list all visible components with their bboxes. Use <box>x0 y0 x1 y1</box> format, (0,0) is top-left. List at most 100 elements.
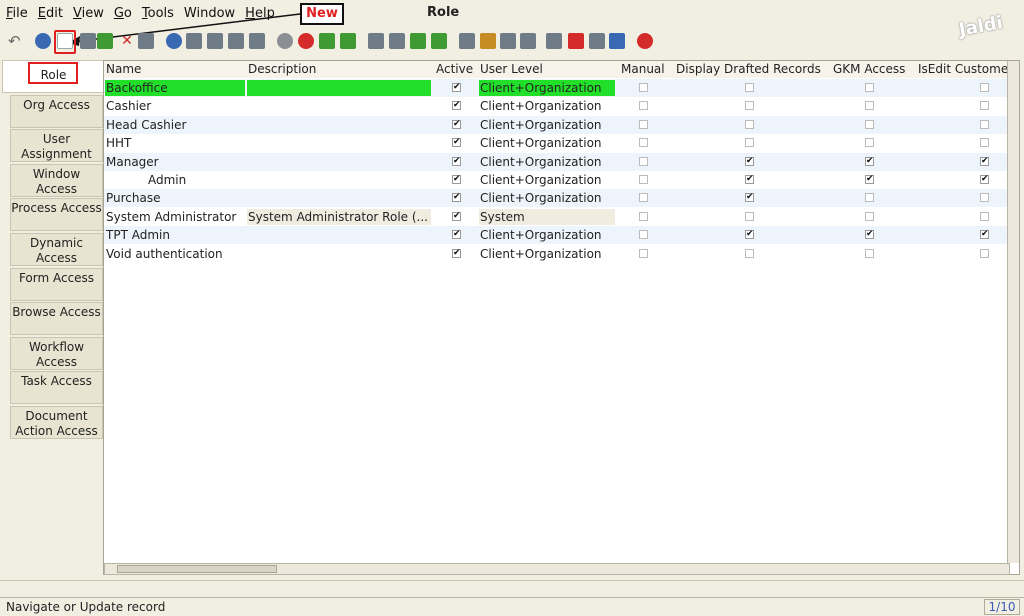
menu-tools[interactable]: Tools <box>142 6 174 21</box>
horizontal-scroll-thumb[interactable] <box>117 565 277 573</box>
checkbox-gkm[interactable] <box>865 230 874 240</box>
save-icon[interactable] <box>138 33 154 49</box>
tab-user-assignment[interactable]: User Assignment <box>10 129 103 163</box>
tab-workflow-access[interactable]: Workflow Access <box>10 336 103 370</box>
save-new-icon[interactable] <box>97 33 113 49</box>
checkbox-gkm[interactable] <box>865 138 874 148</box>
checkbox-gkm[interactable] <box>865 119 874 129</box>
checkbox-active[interactable] <box>452 101 461 111</box>
menu-go[interactable]: Go <box>114 6 132 21</box>
previous-record-icon[interactable] <box>389 33 405 49</box>
table-row[interactable]: Head Cashier Client+Organization <box>104 115 1019 134</box>
tab-form-access[interactable]: Form Access <box>10 267 103 301</box>
column-header-manual[interactable]: Manual <box>621 62 665 76</box>
checkbox-manual[interactable] <box>639 193 648 203</box>
checkbox-active[interactable] <box>452 83 461 92</box>
tab-role[interactable]: Role <box>2 60 104 93</box>
request-icon[interactable] <box>589 33 605 49</box>
checkbox-active[interactable] <box>452 248 461 258</box>
table-row[interactable]: Backoffice Client+Organization <box>104 79 1019 97</box>
checkbox-gkm[interactable] <box>865 248 874 258</box>
tab-org-access[interactable]: Org Access <box>10 94 103 128</box>
refresh-icon[interactable] <box>166 33 182 49</box>
attachment-icon[interactable] <box>207 33 223 49</box>
checkbox-isedit[interactable] <box>980 138 989 148</box>
tab-dynamic-access[interactable]: Dynamic Access <box>10 233 103 266</box>
zoom-across-icon[interactable] <box>546 33 562 49</box>
column-header-isedit-customer[interactable]: IsEdit Custome <box>918 62 1008 76</box>
checkbox-isedit[interactable] <box>980 230 989 240</box>
workflow-icon[interactable] <box>568 33 584 49</box>
tab-process-access[interactable]: Process Access <box>10 198 103 232</box>
checkbox-isedit[interactable] <box>980 248 989 258</box>
first-record-icon[interactable] <box>368 33 384 49</box>
history-icon[interactable] <box>277 33 293 49</box>
checkbox-isedit[interactable] <box>980 119 989 129</box>
table-row[interactable]: Manager Client+Organization <box>104 152 1019 171</box>
checkbox-drafted[interactable] <box>745 211 754 221</box>
delete-icon[interactable]: ✕ <box>119 33 135 49</box>
print-icon[interactable] <box>520 33 536 49</box>
tab-browse-access[interactable]: Browse Access <box>10 302 103 336</box>
checkbox-manual[interactable] <box>639 83 648 92</box>
checkbox-drafted[interactable] <box>745 175 754 184</box>
help-icon[interactable] <box>35 33 51 49</box>
record-count[interactable]: 1/10 <box>984 599 1020 615</box>
checkbox-active[interactable] <box>452 138 461 148</box>
find-icon[interactable] <box>186 33 202 49</box>
horizontal-scrollbar[interactable] <box>104 563 1010 575</box>
table-row[interactable]: HHT Client+Organization <box>104 134 1019 153</box>
checkbox-gkm[interactable] <box>865 83 874 92</box>
home-icon[interactable] <box>298 33 314 49</box>
checkbox-isedit[interactable] <box>980 211 989 221</box>
checkbox-manual[interactable] <box>639 156 648 166</box>
checkbox-manual[interactable] <box>639 230 648 240</box>
column-header-gkm-access[interactable]: GKM Access <box>833 62 905 76</box>
table-row[interactable]: Cashier Client+Organization <box>104 97 1019 116</box>
menu-file[interactable]: File <box>6 6 28 21</box>
checkbox-gkm[interactable] <box>865 211 874 221</box>
checkbox-drafted[interactable] <box>745 230 754 240</box>
checkbox-isedit[interactable] <box>980 101 989 111</box>
table-row[interactable]: Purchase Client+Organization <box>104 189 1019 208</box>
copy-record-icon[interactable] <box>80 33 96 49</box>
checkbox-drafted[interactable] <box>745 248 754 258</box>
menu-help[interactable]: Help <box>245 6 275 21</box>
column-header-user-level[interactable]: User Level <box>480 62 543 76</box>
checkbox-active[interactable] <box>452 211 461 221</box>
report-icon[interactable] <box>459 33 475 49</box>
detail-record-icon[interactable] <box>340 33 356 49</box>
parent-record-icon[interactable] <box>319 33 335 49</box>
checkbox-drafted[interactable] <box>745 193 754 203</box>
checkbox-isedit[interactable] <box>980 193 989 203</box>
checkbox-manual[interactable] <box>639 101 648 111</box>
table-row[interactable]: System Administrator System Administrator… <box>104 207 1019 226</box>
undo-icon[interactable]: ↶ <box>8 33 24 49</box>
product-info-icon[interactable] <box>609 33 625 49</box>
checkbox-gkm[interactable] <box>865 175 874 184</box>
checkbox-active[interactable] <box>452 230 461 240</box>
table-row[interactable]: Admin Client+Organization <box>104 171 1019 189</box>
grid-toggle-icon[interactable] <box>249 33 265 49</box>
checkbox-manual[interactable] <box>639 119 648 129</box>
menu-view[interactable]: View <box>73 6 104 21</box>
checkbox-gkm[interactable] <box>865 101 874 111</box>
archive-icon[interactable] <box>480 33 496 49</box>
checkbox-drafted[interactable] <box>745 138 754 148</box>
checkbox-isedit[interactable] <box>980 83 989 92</box>
column-header-display-drafted[interactable]: Display Drafted Records <box>676 62 821 76</box>
table-row[interactable]: TPT Admin Client+Organization <box>104 226 1019 245</box>
checkbox-drafted[interactable] <box>745 101 754 111</box>
column-header-name[interactable]: Name <box>106 62 141 76</box>
chat-icon[interactable] <box>228 33 244 49</box>
checkbox-drafted[interactable] <box>745 156 754 166</box>
column-header-active[interactable]: Active <box>436 62 473 76</box>
print-preview-icon[interactable] <box>500 33 516 49</box>
checkbox-drafted[interactable] <box>745 83 754 92</box>
checkbox-manual[interactable] <box>639 175 648 184</box>
checkbox-active[interactable] <box>452 119 461 129</box>
checkbox-active[interactable] <box>452 175 461 184</box>
checkbox-manual[interactable] <box>639 211 648 221</box>
checkbox-manual[interactable] <box>639 248 648 258</box>
tab-window-access[interactable]: Window Access <box>10 163 103 197</box>
